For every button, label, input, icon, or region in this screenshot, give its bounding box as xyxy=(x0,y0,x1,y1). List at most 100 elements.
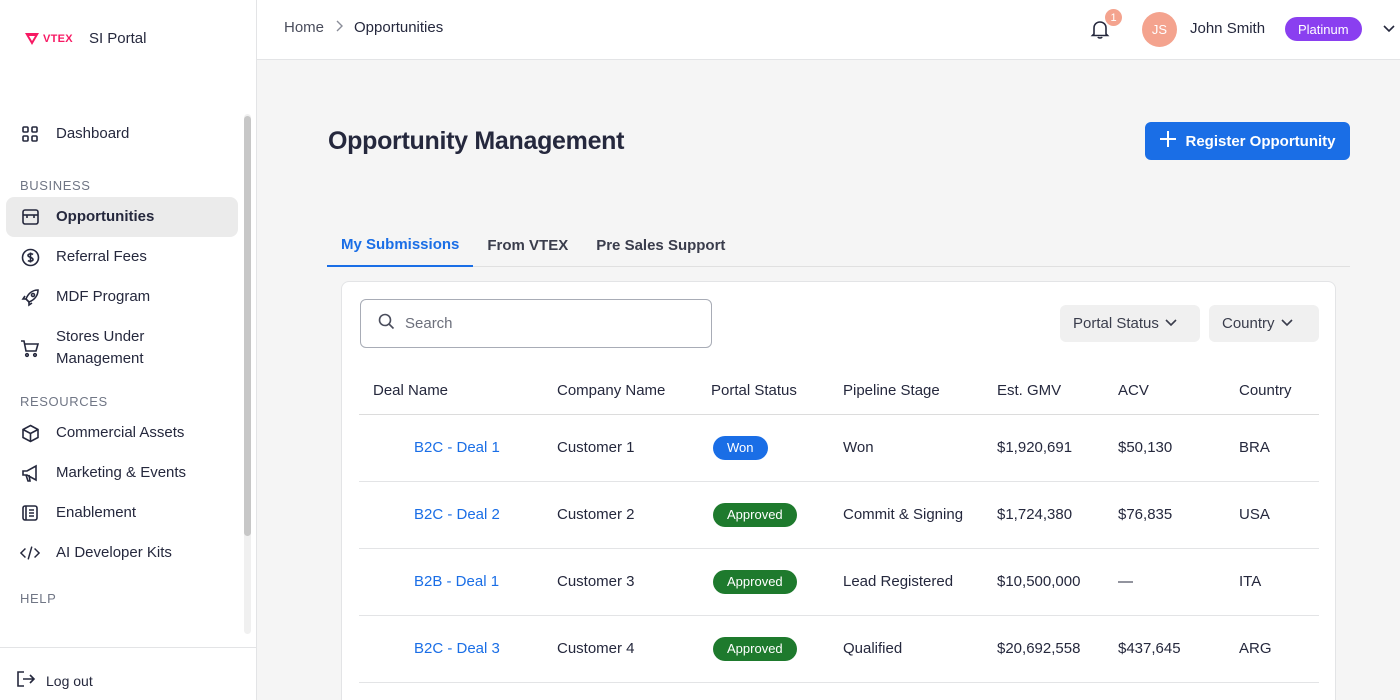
grid-icon xyxy=(20,124,40,144)
chevron-down-icon xyxy=(1164,315,1178,333)
est-gmv-cell: $1,920,691 xyxy=(997,414,1118,482)
vtex-logo-icon xyxy=(25,32,39,45)
country-cell: ITA xyxy=(1239,548,1319,616)
table-row[interactable]: B2C - Deal 3 Customer 4 Approved Qualifi… xyxy=(359,615,1319,683)
company-cell: Customer 3 xyxy=(557,548,711,616)
chevron-down-icon[interactable] xyxy=(1381,20,1397,36)
sidebar-item-commercial-assets[interactable]: Commercial Assets xyxy=(6,413,238,453)
est-gmv-cell: $20,692,558 xyxy=(997,615,1118,683)
tab-pre-sales-support[interactable]: Pre Sales Support xyxy=(582,224,739,267)
sidebar-item-label: AI Developer Kits xyxy=(56,544,172,561)
brand[interactable]: VTEX SI Portal xyxy=(24,30,146,47)
sidebar-item-dashboard[interactable]: Dashboard xyxy=(6,114,238,154)
search-input[interactable] xyxy=(405,315,685,332)
company-cell: Customer 2 xyxy=(557,481,711,549)
deal-link[interactable]: B2C - Deal 3 xyxy=(414,640,500,657)
table-row[interactable]: B2C - Deal 1 Customer 1 Won Won $1,920,6… xyxy=(359,414,1319,482)
status-badge: Approved xyxy=(713,569,797,594)
table-row[interactable]: B2B - Deal 1 Customer 3 Approved Lead Re… xyxy=(359,548,1319,616)
acv-cell: $50,130 xyxy=(1118,414,1239,482)
column-header-company-name[interactable]: Company Name xyxy=(557,368,711,415)
acv-cell: $437,645 xyxy=(1118,615,1239,683)
column-header-acv[interactable]: ACV xyxy=(1118,368,1239,415)
column-header-portal-status[interactable]: Portal Status xyxy=(711,368,843,415)
status-badge: Won xyxy=(713,435,768,460)
code-icon xyxy=(20,543,40,563)
sidebar-item-mdf-program[interactable]: MDF Program xyxy=(6,277,238,317)
rocket-icon xyxy=(20,287,40,307)
deal-link[interactable]: B2C - Deal 1 xyxy=(414,439,500,456)
pipeline-stage-cell: Commit & Signing xyxy=(843,481,997,549)
sidebar-item-label: Enablement xyxy=(56,504,137,521)
sidebar-item-enablement[interactable]: Enablement xyxy=(6,493,238,533)
deal-link[interactable]: B2C - Deal 2 xyxy=(414,506,500,523)
sidebar-scrollbar-thumb[interactable] xyxy=(244,116,251,536)
deal-link[interactable]: B2B - Deal 1 xyxy=(414,573,499,590)
country-filter[interactable]: Country xyxy=(1209,305,1319,342)
sidebar-footer: Log out xyxy=(0,647,256,700)
megaphone-icon xyxy=(20,463,40,483)
sidebar-item-label: Dashboard xyxy=(56,125,130,142)
plus-icon xyxy=(1159,130,1177,152)
avatar[interactable]: JS xyxy=(1142,12,1177,47)
country-cell: USA xyxy=(1239,481,1319,549)
vtex-logo: VTEX xyxy=(24,32,73,46)
table-row[interactable]: B2C - Deal 2 Customer 2 Approved Commit … xyxy=(359,481,1319,549)
est-gmv-cell: $1,724,380 xyxy=(997,481,1118,549)
document-icon xyxy=(20,503,40,523)
portal-name: SI Portal xyxy=(88,30,147,47)
table-header-row: Deal Name Company Name Portal Status Pip… xyxy=(359,368,1319,415)
sidebar-item-label: Stores Under Management xyxy=(56,328,145,367)
vtex-logo-text: VTEX xyxy=(43,32,73,45)
search-box[interactable] xyxy=(360,299,712,348)
dollar-circle-icon xyxy=(20,247,40,267)
notification-count-badge: 1 xyxy=(1105,9,1122,26)
pipeline-stage-cell: Lead Registered xyxy=(843,548,997,616)
sidebar-item-label: MDF Program xyxy=(56,288,151,305)
column-header-pipeline-stage[interactable]: Pipeline Stage xyxy=(843,368,997,415)
sidebar-item-label: Referral Fees xyxy=(56,248,147,265)
column-header-deal-name[interactable]: Deal Name xyxy=(359,368,557,415)
sidebar-item-ai-developer-kits[interactable]: AI Developer Kits xyxy=(6,533,238,573)
sidebar-scrollbar[interactable] xyxy=(244,114,251,634)
breadcrumb: Home Opportunities xyxy=(284,19,443,36)
sidebar-item-marketing-events[interactable]: Marketing & Events xyxy=(6,453,238,493)
store-icon xyxy=(20,207,40,227)
cart-icon xyxy=(20,338,40,358)
logout-button[interactable]: Log out xyxy=(16,670,93,691)
section-help: HELP xyxy=(20,591,57,606)
logout-label: Log out xyxy=(46,672,93,689)
portal-status-filter[interactable]: Portal Status xyxy=(1060,305,1200,342)
section-business: BUSINESS xyxy=(20,178,91,193)
status-badge: Approved xyxy=(713,636,797,661)
acv-cell: $76,835 xyxy=(1118,481,1239,549)
column-header-est-gmv[interactable]: Est. GMV xyxy=(997,368,1118,415)
search-icon xyxy=(378,313,395,335)
column-header-country[interactable]: Country xyxy=(1239,368,1319,415)
register-opportunity-label: Register Opportunity xyxy=(1185,132,1336,150)
sidebar-item-label: Marketing & Events xyxy=(56,464,187,481)
sidebar-item-opportunities[interactable]: Opportunities xyxy=(6,197,238,237)
register-opportunity-button[interactable]: Register Opportunity xyxy=(1145,122,1350,160)
box-icon xyxy=(20,423,40,443)
sidebar-item-label: Opportunities xyxy=(56,208,155,225)
status-badge: Approved xyxy=(713,502,797,527)
topbar: Home Opportunities 1 JS John Smith Plati… xyxy=(257,0,1400,60)
sidebar-item-label: Commercial Assets xyxy=(56,424,185,441)
tier-badge: Platinum xyxy=(1285,17,1362,41)
country-cell: ARG xyxy=(1239,615,1319,683)
breadcrumb-home[interactable]: Home xyxy=(284,19,324,36)
sidebar: VTEX SI Portal Dashboard BUSINESS Opport… xyxy=(0,0,257,700)
tab-from-vtex[interactable]: From VTEX xyxy=(473,224,582,267)
sidebar-item-referral-fees[interactable]: Referral Fees xyxy=(6,237,238,277)
user-name[interactable]: John Smith xyxy=(1190,20,1265,37)
sidebar-item-stores-under-management[interactable]: Stores Under Management xyxy=(6,317,238,379)
chevron-right-icon xyxy=(334,19,344,36)
country-filter-label: Country xyxy=(1222,315,1275,332)
portal-status-filter-label: Portal Status xyxy=(1073,315,1159,332)
breadcrumb-current: Opportunities xyxy=(354,19,444,36)
pipeline-stage-cell: Won xyxy=(843,414,997,482)
tab-my-submissions[interactable]: My Submissions xyxy=(327,224,474,267)
chevron-down-icon xyxy=(1280,315,1294,333)
section-resources: RESOURCES xyxy=(20,394,108,409)
